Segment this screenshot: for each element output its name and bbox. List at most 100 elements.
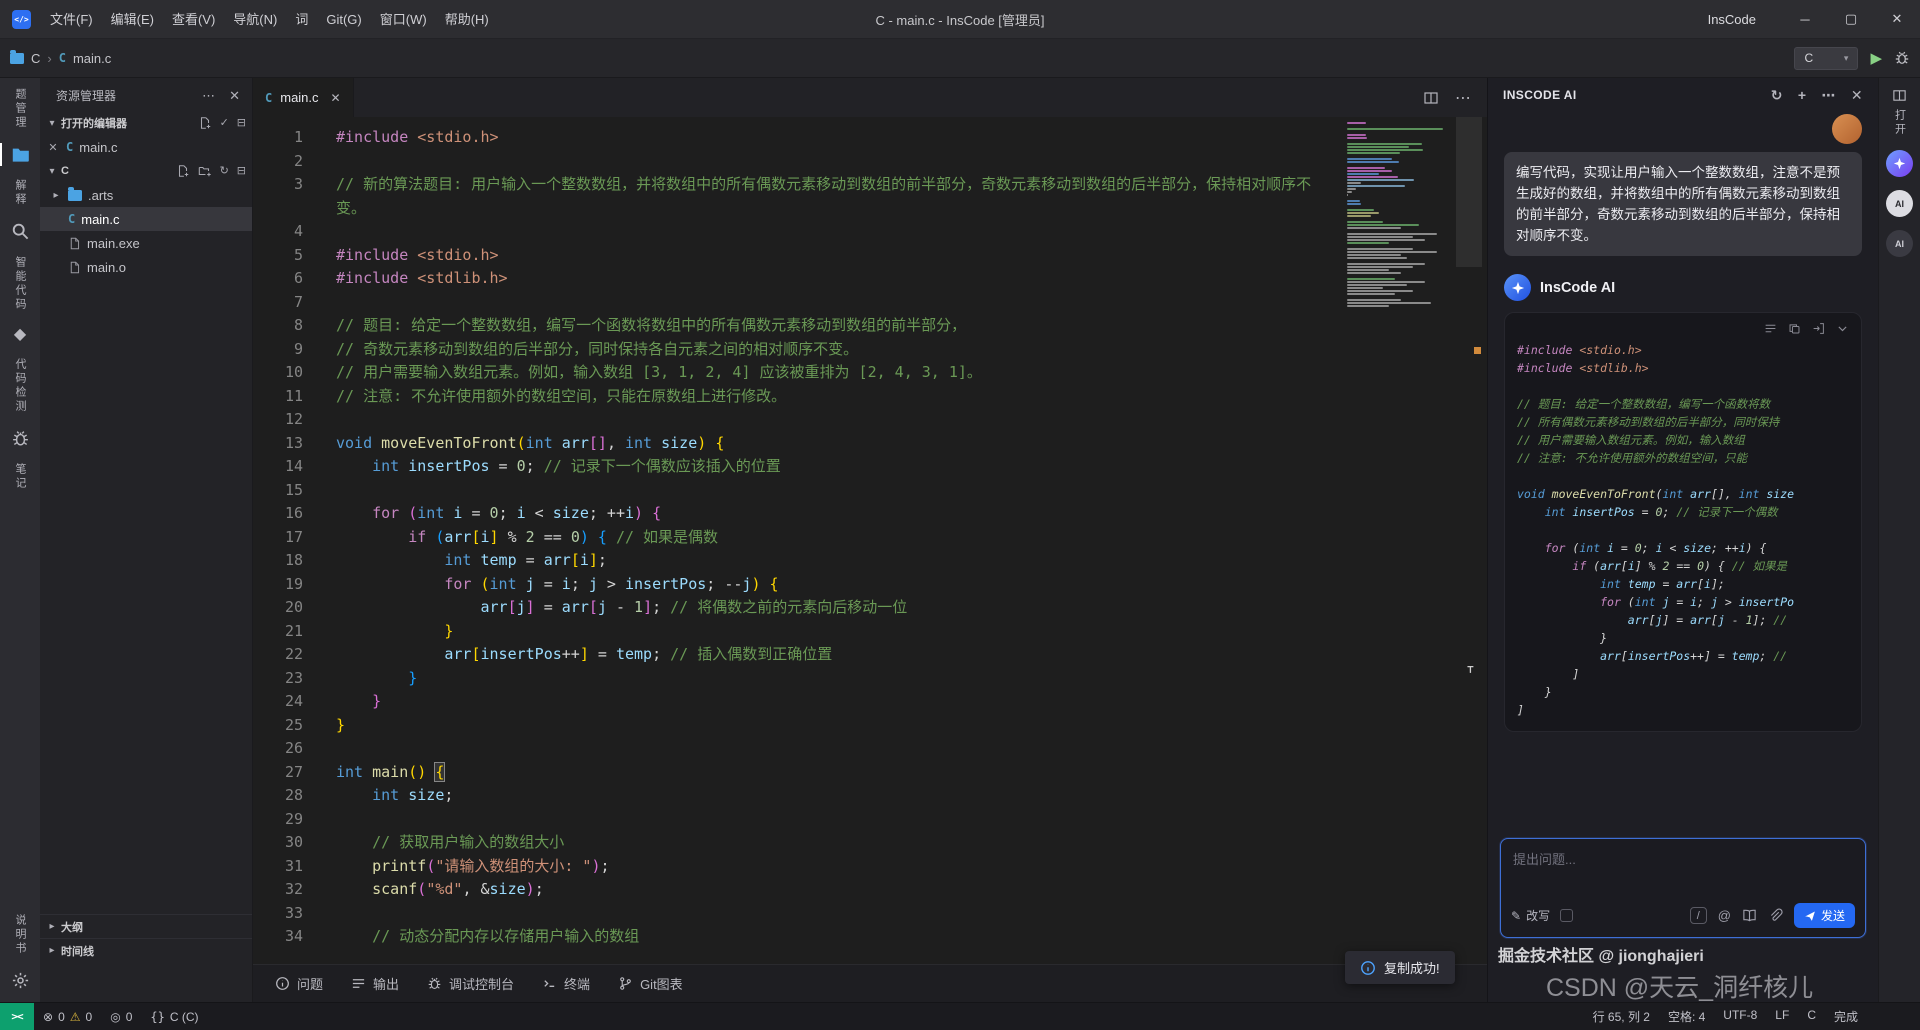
panel-tab-problems[interactable]: 问题 bbox=[275, 974, 323, 993]
attach-file-icon[interactable] bbox=[1768, 908, 1783, 923]
ai-chat-history[interactable]: 编写代码，实现让用户输入一个整数数组，注意不是预生成好的数组，并将数组中的所有偶… bbox=[1488, 112, 1878, 830]
search-icon bbox=[11, 222, 30, 241]
activity-item-manual[interactable]: 说明书 bbox=[0, 914, 40, 956]
menu-item[interactable]: 查看(V) bbox=[163, 0, 224, 39]
panel-tab-output[interactable]: 输出 bbox=[351, 974, 399, 993]
activity-item-smart-code[interactable]: 智能代码 bbox=[0, 256, 40, 312]
activity-item-search[interactable] bbox=[0, 222, 40, 241]
open-panel-button[interactable]: 打开 bbox=[1892, 88, 1908, 137]
minimize-button[interactable]: ─ bbox=[1782, 0, 1828, 39]
activity-item-question-bank[interactable]: 题管理 bbox=[0, 88, 40, 130]
close-panel-icon[interactable]: ✕ bbox=[1851, 87, 1863, 104]
send-button[interactable]: 发送 bbox=[1793, 903, 1855, 928]
status-right-item-0[interactable]: 行 65, 列 2 bbox=[1593, 1008, 1650, 1025]
sidebar-section-0[interactable]: ▸ 大纲 bbox=[40, 914, 252, 938]
status-right-item-5[interactable]: 完成 bbox=[1834, 1008, 1858, 1025]
activity-item-notes[interactable]: 笔记 bbox=[0, 463, 40, 491]
maximize-button[interactable]: ▢ bbox=[1828, 0, 1874, 39]
panel-tab-label: 输出 bbox=[373, 977, 400, 992]
close-window-button[interactable]: ✕ bbox=[1874, 0, 1920, 39]
check-icon[interactable]: ✓ bbox=[220, 116, 229, 130]
rewrite-button[interactable]: ✎ 改写 bbox=[1511, 907, 1550, 924]
run-button[interactable]: ▶ bbox=[1870, 51, 1882, 66]
menu-item[interactable]: 词 bbox=[286, 0, 317, 39]
ports-badge[interactable]: ◎ 0 bbox=[101, 1003, 141, 1030]
tree-item-arts[interactable]: ▸ .arts bbox=[40, 183, 252, 207]
newfile-icon[interactable] bbox=[198, 116, 212, 130]
minimap[interactable] bbox=[1347, 122, 1451, 308]
newfolder-icon[interactable] bbox=[198, 164, 212, 178]
collapse-icon[interactable]: ⊟ bbox=[237, 116, 246, 130]
c-file-icon: C bbox=[68, 212, 76, 226]
tree-item-maino[interactable]: main.o bbox=[40, 255, 252, 279]
menu-item[interactable]: 编辑(E) bbox=[102, 0, 163, 39]
more-actions-icon[interactable]: ⋯ bbox=[202, 88, 215, 104]
editor-more-actions-icon[interactable]: ⋯ bbox=[1455, 88, 1471, 108]
run-config-select[interactable]: C ▾ bbox=[1794, 46, 1859, 70]
split-editor-icon[interactable] bbox=[1423, 90, 1439, 106]
status-right-item-4[interactable]: C bbox=[1807, 1008, 1816, 1025]
activity-item-plugins[interactable]: ◆ bbox=[0, 327, 40, 343]
activity-label: 笔记 bbox=[14, 463, 26, 491]
insert-code-icon[interactable] bbox=[1812, 322, 1825, 335]
open-editor-item[interactable]: ✕ Cmain.c bbox=[40, 135, 252, 159]
slash-command-icon[interactable]: / bbox=[1689, 907, 1707, 924]
debug-settings-icon[interactable] bbox=[1894, 50, 1910, 66]
activity-item-code-check[interactable]: 代码检测 bbox=[0, 358, 40, 414]
activity-item-debug[interactable] bbox=[0, 429, 40, 448]
scrollbar-thumb[interactable] bbox=[1456, 117, 1482, 267]
panel-tab-git-graph[interactable]: Git图表 bbox=[618, 974, 683, 993]
open-editors-section[interactable]: ▾ 打开的编辑器 ✓ ⊟ bbox=[40, 111, 252, 135]
knowledge-base-icon[interactable] bbox=[1742, 908, 1757, 923]
menu-item[interactable]: 窗口(W) bbox=[371, 0, 436, 39]
breadcrumb[interactable]: C › C main.c bbox=[10, 49, 111, 66]
ai-question-input[interactable] bbox=[1501, 839, 1865, 897]
status-right-item-3[interactable]: LF bbox=[1775, 1008, 1789, 1025]
problems-status[interactable]: ⊗ 0 ⚠ 0 bbox=[34, 1003, 101, 1030]
minimap-line bbox=[1347, 146, 1409, 148]
close-sidebar-icon[interactable]: ✕ bbox=[229, 88, 240, 104]
menu-item[interactable]: Git(G) bbox=[317, 0, 370, 39]
menu-item[interactable]: 帮助(H) bbox=[436, 0, 498, 39]
minimap-line bbox=[1347, 161, 1399, 163]
status-right-item-1[interactable]: 空格: 4 bbox=[1668, 1008, 1705, 1025]
send-plane-icon bbox=[1804, 910, 1816, 922]
activity-item-explain[interactable]: 解释 bbox=[0, 179, 40, 207]
ai-assistant-icon[interactable] bbox=[1886, 150, 1913, 177]
newfile-icon[interactable] bbox=[176, 164, 190, 178]
panel-tab-debug-console[interactable]: 调试控制台 bbox=[427, 974, 514, 993]
more-actions-icon[interactable]: ⋯ bbox=[1821, 87, 1835, 104]
workspace-folder-section[interactable]: ▾ C ↻ ⊟ bbox=[40, 159, 252, 183]
breadcrumb-root[interactable]: C bbox=[31, 51, 40, 66]
panel-tab-icon-git-graph bbox=[618, 976, 633, 991]
breadcrumb-file[interactable]: main.c bbox=[73, 51, 111, 66]
editor-scrollbar[interactable]: ⊤ bbox=[1451, 117, 1487, 964]
refresh-icon[interactable]: ↻ bbox=[220, 164, 229, 178]
ai-badge-icon[interactable]: AI bbox=[1886, 190, 1913, 217]
sidebar-section-1[interactable]: ▸ 时间线 bbox=[40, 938, 252, 962]
remote-indicator[interactable]: >< bbox=[0, 1003, 34, 1030]
menu-item[interactable]: 导航(N) bbox=[224, 0, 286, 39]
new-chat-icon[interactable]: + bbox=[1798, 87, 1807, 104]
tree-item-mainc[interactable]: Cmain.c bbox=[40, 207, 252, 231]
history-icon[interactable]: ↻ bbox=[1771, 87, 1783, 104]
code-line: 31 printf("请输入数组的大小: "); bbox=[253, 855, 1337, 879]
activity-item-explorer[interactable] bbox=[0, 143, 40, 166]
collapse-icon[interactable]: ⊟ bbox=[237, 164, 246, 178]
tab-main-c[interactable]: C main.c ✕ bbox=[253, 78, 354, 117]
status-right-item-2[interactable]: UTF-8 bbox=[1723, 1008, 1757, 1025]
menu-item[interactable]: 文件(F) bbox=[41, 0, 102, 39]
toggle-checkbox[interactable] bbox=[1560, 909, 1574, 922]
collapse-icon[interactable] bbox=[1836, 322, 1849, 335]
mention-icon[interactable]: @ bbox=[1718, 908, 1731, 923]
ai-plugin-icon[interactable]: AI bbox=[1886, 230, 1913, 257]
wrap-lines-icon[interactable] bbox=[1764, 322, 1777, 335]
copy-code-icon[interactable] bbox=[1788, 322, 1801, 335]
code-editor[interactable]: 1 #include <stdio.h> 2 3// 新的算法题目: 用户输入一个整数… bbox=[253, 117, 1487, 964]
close-file-icon[interactable]: ✕ bbox=[46, 141, 60, 154]
language-status[interactable]: {} C (C) bbox=[141, 1003, 207, 1030]
close-tab-icon[interactable]: ✕ bbox=[331, 91, 341, 105]
activity-item-settings[interactable] bbox=[0, 971, 40, 990]
tree-item-mainexe[interactable]: main.exe bbox=[40, 231, 252, 255]
panel-tab-terminal[interactable]: 终端 bbox=[542, 974, 590, 993]
